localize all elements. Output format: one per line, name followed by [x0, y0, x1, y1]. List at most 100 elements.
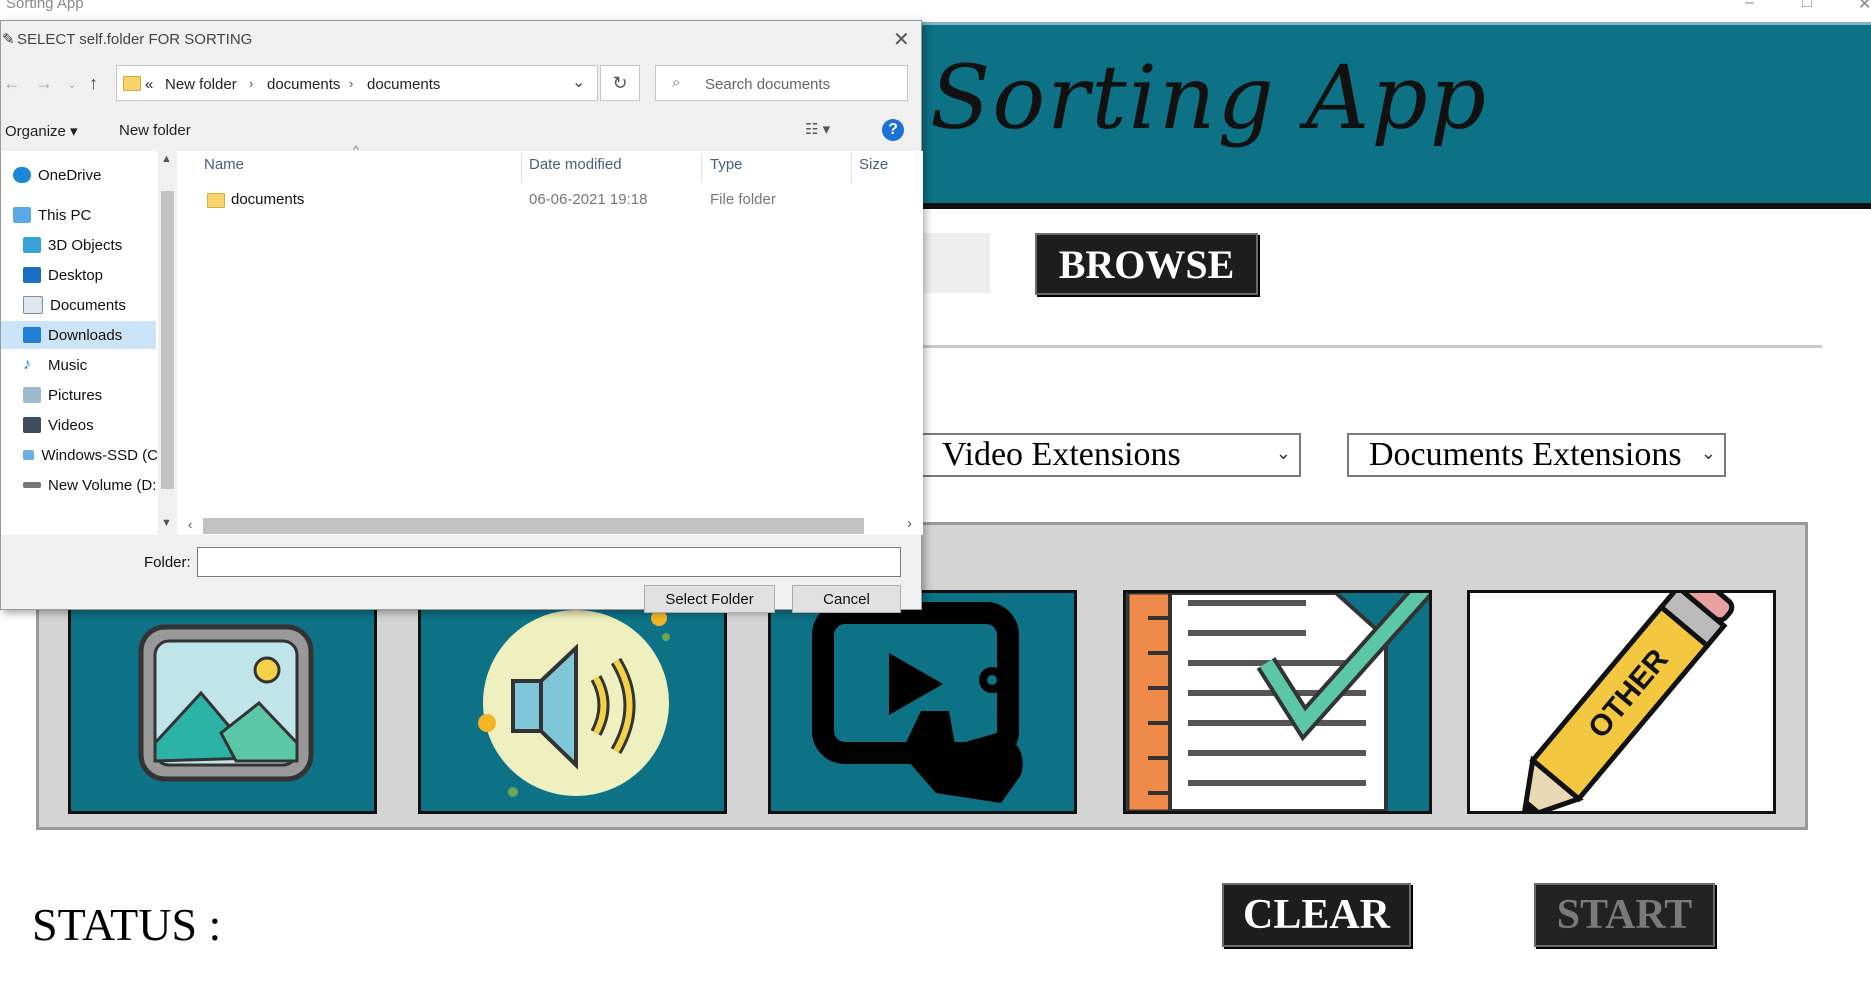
nav-item-videos[interactable]: Videos — [1, 411, 156, 439]
nav-item-onedrive[interactable]: OneDrive — [1, 161, 156, 189]
nav-item-label: Videos — [48, 416, 94, 434]
nav-item-label: Desktop — [48, 266, 104, 284]
chevron-down-icon[interactable]: ⌄ — [572, 72, 585, 92]
video-play-icon — [812, 602, 1023, 803]
drive-icon — [23, 482, 41, 488]
organize-menu[interactable]: Organize ▾ — [5, 122, 78, 140]
cancel-button[interactable]: Cancel — [792, 585, 901, 613]
documents-category-tile[interactable] — [1123, 590, 1432, 814]
nav-item-label: Pictures — [48, 386, 103, 404]
clear-button[interactable]: CLEAR — [1222, 883, 1411, 947]
folder-field[interactable] — [197, 547, 901, 577]
column-header-name[interactable]: Name — [204, 156, 244, 173]
images-category-tile[interactable] — [68, 590, 377, 814]
nav-item-label: Documents — [50, 296, 126, 314]
table-row[interactable]: documents 06-06-2021 19:18 File folder — [199, 187, 899, 213]
back-arrow-icon[interactable]: ← — [3, 73, 21, 94]
nav-item-label: OneDrive — [38, 166, 102, 184]
nav-item-this-pc[interactable]: This PC — [1, 201, 156, 229]
banner-title: Sorting App — [930, 46, 1489, 149]
breadcrumb-item[interactable]: documents — [367, 76, 440, 93]
nav-item-label: Downloads — [48, 326, 123, 344]
scroll-right-icon[interactable]: › — [907, 515, 912, 532]
desktop-icon — [23, 267, 41, 283]
refresh-icon[interactable]: ↻ — [600, 65, 640, 101]
nav-item-3d-objects[interactable]: 3D Objects — [1, 231, 156, 259]
breadcrumb-item[interactable]: New folder — [165, 76, 237, 93]
search-input[interactable]: ⌕ Search documents — [655, 65, 908, 101]
other-category-tile[interactable]: OTHER — [1467, 590, 1776, 814]
folder-icon — [207, 193, 225, 208]
close-window-icon[interactable]: ✕ — [1858, 0, 1871, 14]
nav-scrollbar-thumb[interactable] — [161, 191, 174, 489]
breadcrumb-overflow[interactable]: « — [145, 76, 153, 93]
video-category-tile[interactable] — [768, 590, 1077, 814]
new-folder-button[interactable]: New folder — [119, 122, 191, 139]
documents-extensions-label: Documents Extensions — [1369, 436, 1682, 473]
audio-category-tile[interactable] — [418, 590, 727, 814]
image-gallery-icon — [138, 624, 314, 782]
path-input[interactable] — [920, 233, 990, 293]
close-icon[interactable]: ✕ — [893, 27, 910, 52]
chevron-right-icon: › — [249, 76, 254, 91]
file-type: File folder — [710, 191, 776, 208]
select-folder-button[interactable]: Select Folder — [644, 585, 775, 613]
column-divider[interactable] — [851, 153, 852, 183]
browse-button[interactable]: BROWSE — [1035, 233, 1258, 295]
column-header-type[interactable]: Type — [710, 156, 743, 173]
help-icon[interactable]: ? — [882, 119, 904, 141]
scroll-left-icon[interactable]: ‹ — [188, 517, 192, 532]
divider — [920, 345, 1822, 348]
download-icon — [23, 327, 41, 343]
nav-item-documents[interactable]: Documents — [1, 291, 156, 319]
breadcrumb-item[interactable]: documents — [267, 76, 340, 93]
speaker-icon — [478, 610, 670, 797]
nav-item-pictures[interactable]: Pictures — [1, 381, 156, 409]
column-divider[interactable] — [701, 153, 702, 183]
search-icon: ⌕ — [672, 74, 681, 91]
chevron-right-icon: › — [349, 76, 354, 91]
minimize-icon[interactable]: – — [1745, 0, 1754, 12]
documents-extensions-select[interactable]: Documents Extensions ⌄ — [1347, 433, 1726, 477]
scroll-down-icon[interactable]: ▼ — [161, 517, 172, 529]
cube-icon — [23, 237, 41, 253]
nav-item-label: 3D Objects — [48, 236, 123, 254]
nav-item-new-volume[interactable]: New Volume (D: — [1, 471, 158, 499]
file-date: 06-06-2021 19:18 — [529, 191, 648, 208]
chevron-down-icon: ⌄ — [1275, 443, 1291, 464]
start-button[interactable]: START — [1534, 883, 1715, 947]
scroll-up-icon[interactable]: ▲ — [161, 153, 172, 165]
nav-item-downloads[interactable]: Downloads — [1, 321, 156, 349]
forward-arrow-icon[interactable]: → — [35, 73, 53, 94]
drive-icon — [23, 450, 35, 460]
search-placeholder: Search documents — [705, 76, 831, 93]
status-label: STATUS : — [32, 899, 222, 950]
maximize-icon[interactable]: □ — [1802, 0, 1812, 12]
nav-item-label: Windows-SSD (C — [41, 446, 158, 464]
column-header-date[interactable]: Date modified — [529, 156, 622, 173]
pencil-icon: OTHER — [1520, 593, 1735, 811]
up-arrow-icon[interactable]: ↑ — [89, 73, 98, 94]
horizontal-scrollbar-thumb[interactable] — [203, 518, 864, 534]
document-icon — [23, 296, 43, 314]
view-options-icon[interactable]: ☷ ▾ — [805, 120, 830, 138]
column-header-size[interactable]: Size — [859, 156, 888, 173]
select-folder-dialog: ✎ SELECT self.folder FOR SORTING ✕ ← → ⌄… — [0, 20, 923, 613]
dialog-title: SELECT self.folder FOR SORTING — [17, 31, 253, 48]
document-checklist-icon — [1126, 593, 1429, 811]
app-window-title: Sorting App — [6, 0, 84, 12]
video-extensions-select[interactable]: Video Extensions ⌄ — [920, 433, 1301, 477]
sort-ascending-icon: ^ — [353, 143, 359, 157]
folder-icon — [123, 76, 141, 91]
chevron-down-icon: ⌄ — [1700, 443, 1716, 464]
column-divider[interactable] — [521, 153, 522, 183]
nav-item-music[interactable]: ♪ Music — [1, 351, 156, 379]
address-bar[interactable]: « New folder › documents › documents ⌄ — [116, 65, 598, 101]
video-icon — [23, 417, 41, 433]
music-icon: ♪ — [23, 356, 31, 373]
nav-item-label: Music — [48, 356, 88, 374]
nav-item-windows-ssd[interactable]: Windows-SSD (C — [1, 441, 158, 469]
recent-chevron-icon[interactable]: ⌄ — [67, 77, 77, 91]
cloud-icon — [13, 167, 31, 183]
nav-item-desktop[interactable]: Desktop — [1, 261, 156, 289]
